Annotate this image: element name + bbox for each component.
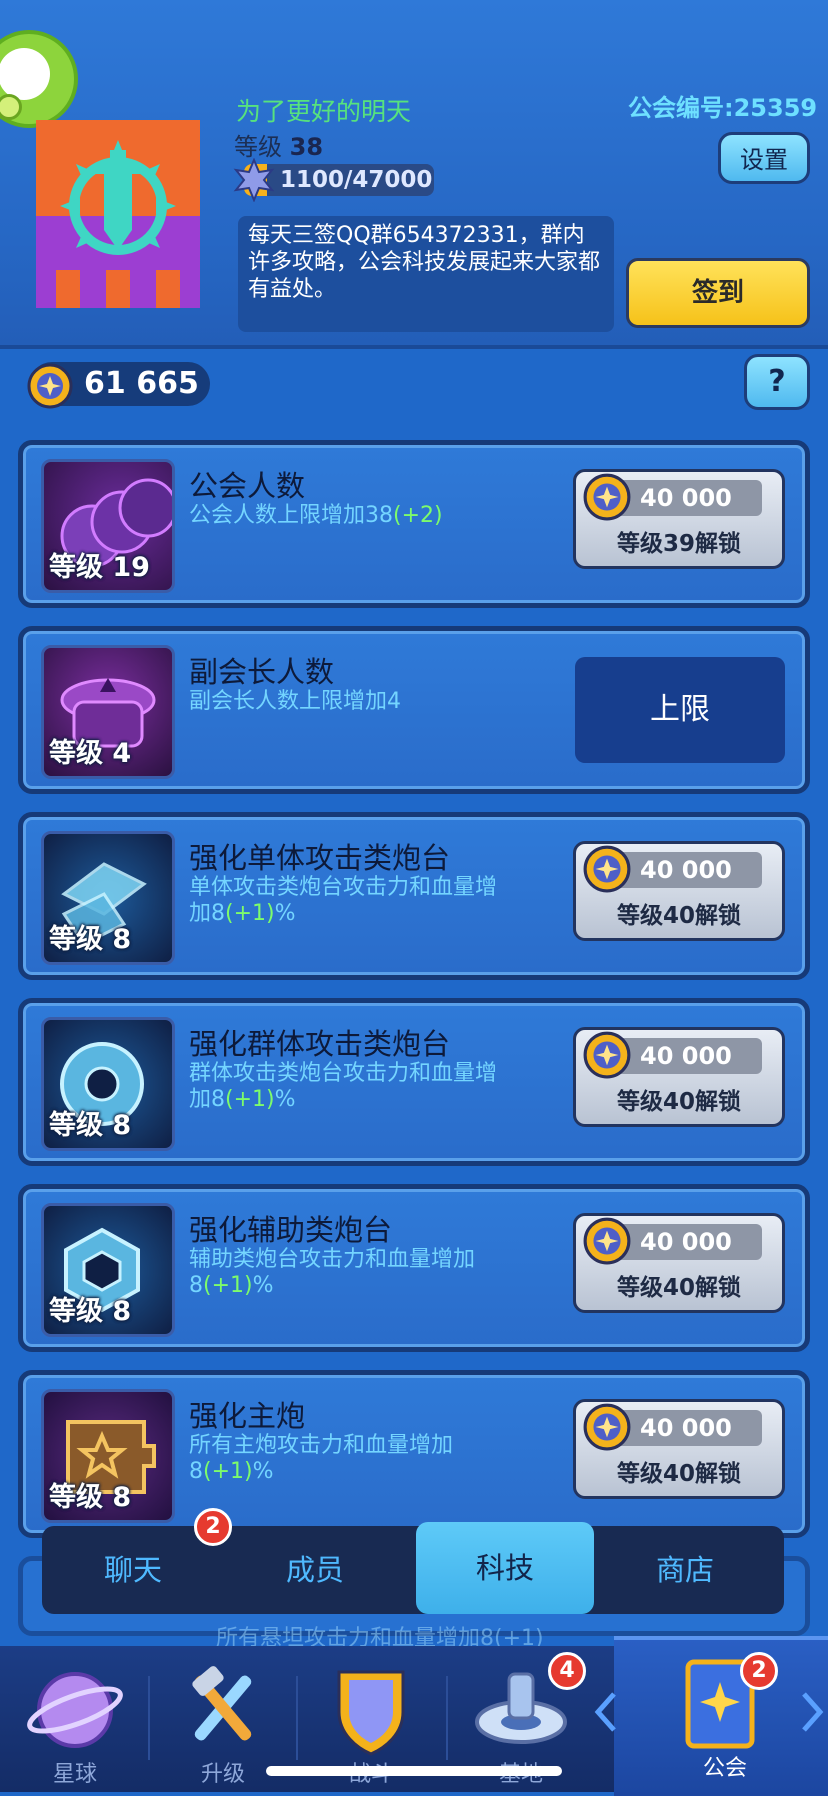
tech-description: 辅助类炮台攻击力和血量增加8(+1)%	[189, 1247, 476, 1298]
unlock-cost: 40 000	[640, 1228, 732, 1256]
guild-id: 公会编号:25359	[628, 94, 818, 122]
max-level-button[interactable]: 上限	[575, 657, 785, 763]
guild-badge: 2	[740, 1652, 778, 1690]
guild-coin-icon	[583, 1403, 631, 1451]
tech-card-aoe-turret: 等级 8 强化群体攻击类炮台 群体攻击类炮台攻击力和血量增加8(+1)% 40 …	[18, 998, 810, 1166]
nav-planet[interactable]: 星球	[0, 1646, 150, 1792]
base-badge: 4	[548, 1652, 586, 1690]
tab-tech-label: 科技	[475, 1551, 534, 1585]
guild-xp-text: 1100/47000	[280, 167, 433, 193]
unlock-requirement: 等级40解锁	[616, 1089, 741, 1115]
chevron-left-icon[interactable]	[594, 1690, 618, 1734]
tab-shop[interactable]: 商店	[594, 1526, 776, 1614]
guild-coin-icon	[583, 1031, 631, 1079]
guild-coin-icon	[27, 363, 73, 409]
guild-level: 等级 38	[234, 127, 323, 162]
guild-level-value: 38	[289, 133, 324, 161]
tech-level: 等级 8	[49, 1482, 132, 1513]
nav-guild[interactable]: 公会	[640, 1640, 810, 1786]
guild-coin-icon	[583, 845, 631, 893]
sign-in-button[interactable]: 签到	[626, 258, 810, 328]
guild-level-label: 等级	[234, 133, 282, 161]
unlock-button[interactable]: 40 000 等级39解锁	[573, 469, 785, 569]
unlock-requirement: 等级40解锁	[616, 903, 741, 929]
tech-card-single-turret: 等级 8 强化单体攻击类炮台 单体攻击类炮台攻击力和血量增加8(+1)% 40 …	[18, 812, 810, 980]
guild-coin-icon	[583, 473, 631, 521]
unlock-button[interactable]: 40 000 等级40解锁	[573, 841, 785, 941]
home-indicator[interactable]	[266, 1766, 562, 1776]
tech-level: 等级 8	[49, 924, 132, 955]
unlock-cost: 40 000	[640, 1414, 732, 1442]
help-button[interactable]: ?	[744, 354, 810, 410]
tech-description: 单体攻击类炮台攻击力和血量增加8(+1)%	[189, 875, 498, 926]
settings-button[interactable]: 设置	[718, 132, 810, 184]
shield-icon	[337, 1670, 405, 1756]
nav-planet-label: 星球	[52, 1762, 97, 1787]
tech-level: 等级 8	[49, 1110, 132, 1141]
unlock-requirement: 等级39解锁	[616, 531, 741, 557]
tech-card-members: 等级 19 公会人数 公会人数上限增加38(+2) 40 000 等级39解锁	[18, 440, 810, 608]
unlock-requirement: 等级40解锁	[616, 1461, 741, 1487]
tab-members[interactable]: 成员	[224, 1526, 406, 1614]
tech-title: 强化群体攻击类炮台	[189, 1027, 451, 1061]
tech-title: 强化主炮	[189, 1399, 306, 1433]
tech-description: 所有主炮攻击力和血量增加8(+1)%	[189, 1433, 454, 1484]
guild-announcement: 每天三签QQ群654372331，群内许多攻略，公会科技发展起来大家都有益处。	[238, 216, 614, 332]
guild-coin-icon	[583, 1217, 631, 1265]
wrench-hammer-icon	[192, 1666, 252, 1741]
tech-level: 等级 19	[49, 552, 150, 583]
tech-card-main-cannon: 等级 8 强化主炮 所有主炮攻击力和血量增加8(+1)% 40 000 等级40…	[18, 1370, 810, 1538]
unlock-requirement: 等级40解锁	[616, 1275, 741, 1301]
tab-shop-label: 商店	[655, 1553, 714, 1587]
tech-description: 副会长人数上限增加4	[189, 689, 401, 714]
tab-chat-label: 聊天	[103, 1553, 162, 1587]
tech-level: 等级 4	[49, 738, 132, 769]
unlock-button[interactable]: 40 000 等级40解锁	[573, 1213, 785, 1313]
tab-chat[interactable]: 聊天	[42, 1526, 224, 1614]
unlock-cost: 40 000	[640, 1042, 732, 1070]
nav-guild-label: 公会	[702, 1756, 747, 1781]
tech-title: 公会人数	[189, 469, 306, 503]
tech-description: 群体攻击类炮台攻击力和血量增加8(+1)%	[189, 1061, 498, 1112]
tech-title: 强化单体攻击类炮台	[189, 841, 451, 875]
unlock-button[interactable]: 40 000 等级40解锁	[573, 1399, 785, 1499]
coin-balance-value: 61 665	[84, 366, 199, 401]
tab-tech[interactable]: 科技	[416, 1522, 594, 1614]
tab-members-label: 成员	[285, 1553, 344, 1587]
chevron-right-icon[interactable]	[800, 1690, 824, 1734]
xp-star-icon	[233, 158, 275, 202]
unlock-cost: 40 000	[640, 856, 732, 884]
guild-tab-bar: 聊天 2 成员 科技 商店	[42, 1508, 784, 1614]
tech-title: 副会长人数	[189, 655, 335, 689]
unlock-button[interactable]: 40 000 等级40解锁	[573, 1027, 785, 1127]
tech-card-vice-leaders: 等级 4 副会长人数 副会长人数上限增加4 上限	[18, 626, 810, 794]
tech-description: 公会人数上限增加38(+2)	[189, 503, 443, 528]
tech-level: 等级 8	[49, 1296, 132, 1327]
tech-title: 强化辅助类炮台	[189, 1213, 393, 1247]
unlock-cost: 40 000	[640, 484, 732, 512]
tech-card-support-turret: 等级 8 强化辅助类炮台 辅助类炮台攻击力和血量增加8(+1)% 40 000 …	[18, 1184, 810, 1352]
planet-icon	[27, 1672, 123, 1748]
guild-name: 为了更好的明天	[236, 97, 412, 126]
guild-emblem-icon	[36, 120, 200, 308]
